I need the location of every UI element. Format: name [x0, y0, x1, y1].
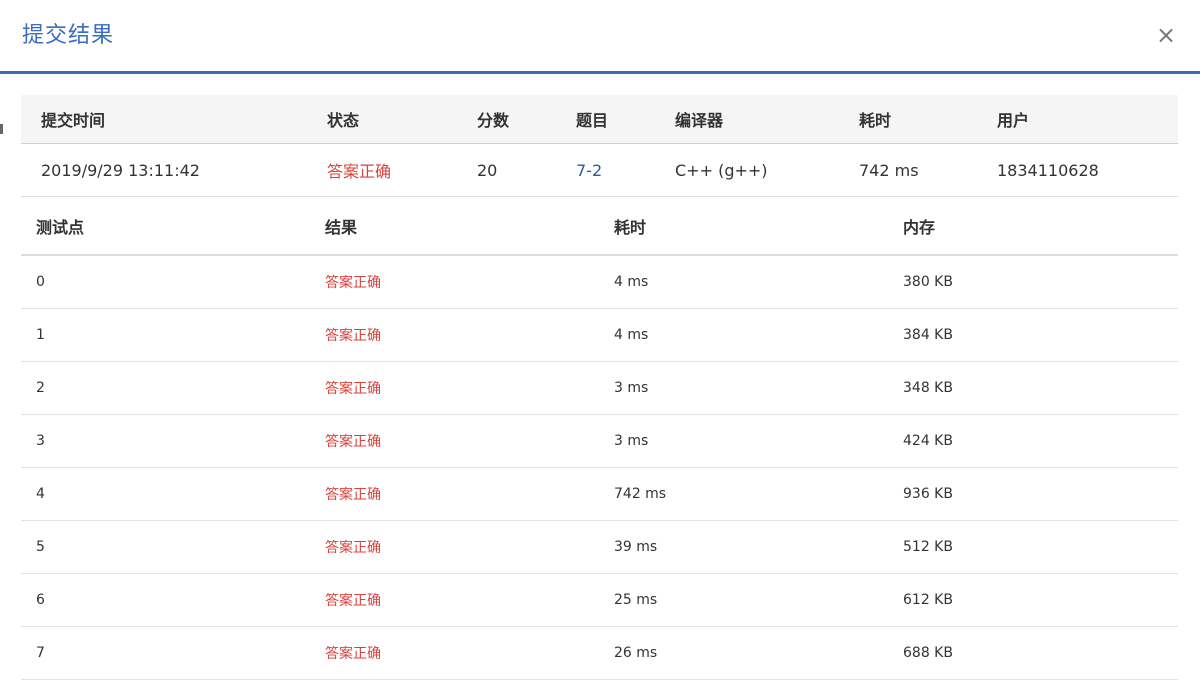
- testcase-memory: 380 KB: [903, 274, 953, 290]
- testcase-id: 1: [36, 327, 45, 343]
- testcase-id: 0: [36, 274, 45, 290]
- testcase-result: 答案正确: [325, 381, 381, 397]
- testcase-result: 答案正确: [325, 646, 381, 662]
- modal-body: 提交时间 状态 分数 题目 编译器 耗时 用户 2019/9/29 13:11:…: [21, 95, 1178, 680]
- user-id: 1834110628: [997, 160, 1099, 180]
- testcase-result: 答案正确: [325, 434, 381, 450]
- testcase-time: 3 ms: [614, 380, 649, 396]
- testcase-time: 4 ms: [614, 274, 649, 290]
- header-result: 结果: [325, 217, 358, 237]
- table-row: 0 答案正确 4 ms 380 KB: [21, 256, 1178, 309]
- duration: 742 ms: [859, 160, 919, 180]
- score: 20: [477, 160, 498, 180]
- header-problem: 题目: [576, 111, 609, 130]
- header-duration: 耗时: [859, 111, 892, 130]
- header-score: 分数: [477, 111, 510, 130]
- problem-link[interactable]: 7-2: [576, 144, 602, 196]
- testcase-result: 答案正确: [325, 275, 381, 291]
- testcase-memory: 424 KB: [903, 433, 953, 449]
- testcase-time: 25 ms: [614, 592, 658, 608]
- testcase-result: 答案正确: [325, 328, 381, 344]
- testcase-table-header: 测试点 结果 耗时 内存: [21, 197, 1178, 256]
- header-compiler: 编译器: [675, 111, 724, 130]
- modal-title: 提交结果: [22, 23, 115, 48]
- testcase-time: 26 ms: [614, 645, 658, 661]
- testcase-result: 答案正确: [325, 487, 381, 503]
- testcase-id: 3: [36, 433, 45, 449]
- header-status: 状态: [327, 111, 360, 130]
- testcase-id: 2: [36, 380, 45, 396]
- testcase-id: 4: [36, 486, 45, 502]
- header-time: 耗时: [614, 217, 647, 237]
- header-memory: 内存: [903, 217, 936, 237]
- modal-header: 提交结果 ×: [0, 0, 1200, 74]
- testcase-id: 6: [36, 592, 45, 608]
- testcase-memory: 512 KB: [903, 539, 953, 555]
- table-row: 1 答案正确 4 ms 384 KB: [21, 309, 1178, 362]
- testcase-id: 5: [36, 539, 45, 555]
- table-row: 3 答案正确 3 ms 424 KB: [21, 415, 1178, 468]
- submission-result-modal: 提交结果 × 提交时间 状态 分数 题目 编译器 耗时 用户 2019/9/29…: [0, 0, 1200, 695]
- header-submit-time: 提交时间: [41, 111, 106, 130]
- testcase-memory: 348 KB: [903, 380, 953, 396]
- background-edge: [0, 124, 3, 134]
- testcase-time: 742 ms: [614, 486, 667, 502]
- testcase-time: 39 ms: [614, 539, 658, 555]
- status-badge: 答案正确: [327, 162, 392, 181]
- compiler: C++ (g++): [675, 160, 768, 180]
- header-testcase: 测试点: [36, 217, 85, 237]
- testcase-memory: 688 KB: [903, 645, 953, 661]
- table-row: 7 答案正确 26 ms 688 KB: [21, 627, 1178, 680]
- summary-table-header: 提交时间 状态 分数 题目 编译器 耗时 用户: [21, 95, 1178, 144]
- close-icon[interactable]: ×: [1154, 20, 1178, 50]
- table-row: 6 答案正确 25 ms 612 KB: [21, 574, 1178, 627]
- header-user: 用户: [997, 111, 1030, 130]
- submit-time: 2019/9/29 13:11:42: [41, 160, 200, 180]
- testcase-memory: 384 KB: [903, 327, 953, 343]
- testcase-result: 答案正确: [325, 593, 381, 609]
- table-row: 4 答案正确 742 ms 936 KB: [21, 468, 1178, 521]
- summary-row: 2019/9/29 13:11:42 答案正确 20 7-2 C++ (g++)…: [21, 144, 1178, 197]
- testcase-result: 答案正确: [325, 540, 381, 556]
- testcase-time: 4 ms: [614, 327, 649, 343]
- table-row: 5 答案正确 39 ms 512 KB: [21, 521, 1178, 574]
- testcase-id: 7: [36, 645, 45, 661]
- table-row: 2 答案正确 3 ms 348 KB: [21, 362, 1178, 415]
- testcase-time: 3 ms: [614, 433, 649, 449]
- testcase-memory: 612 KB: [903, 592, 953, 608]
- testcase-memory: 936 KB: [903, 486, 953, 502]
